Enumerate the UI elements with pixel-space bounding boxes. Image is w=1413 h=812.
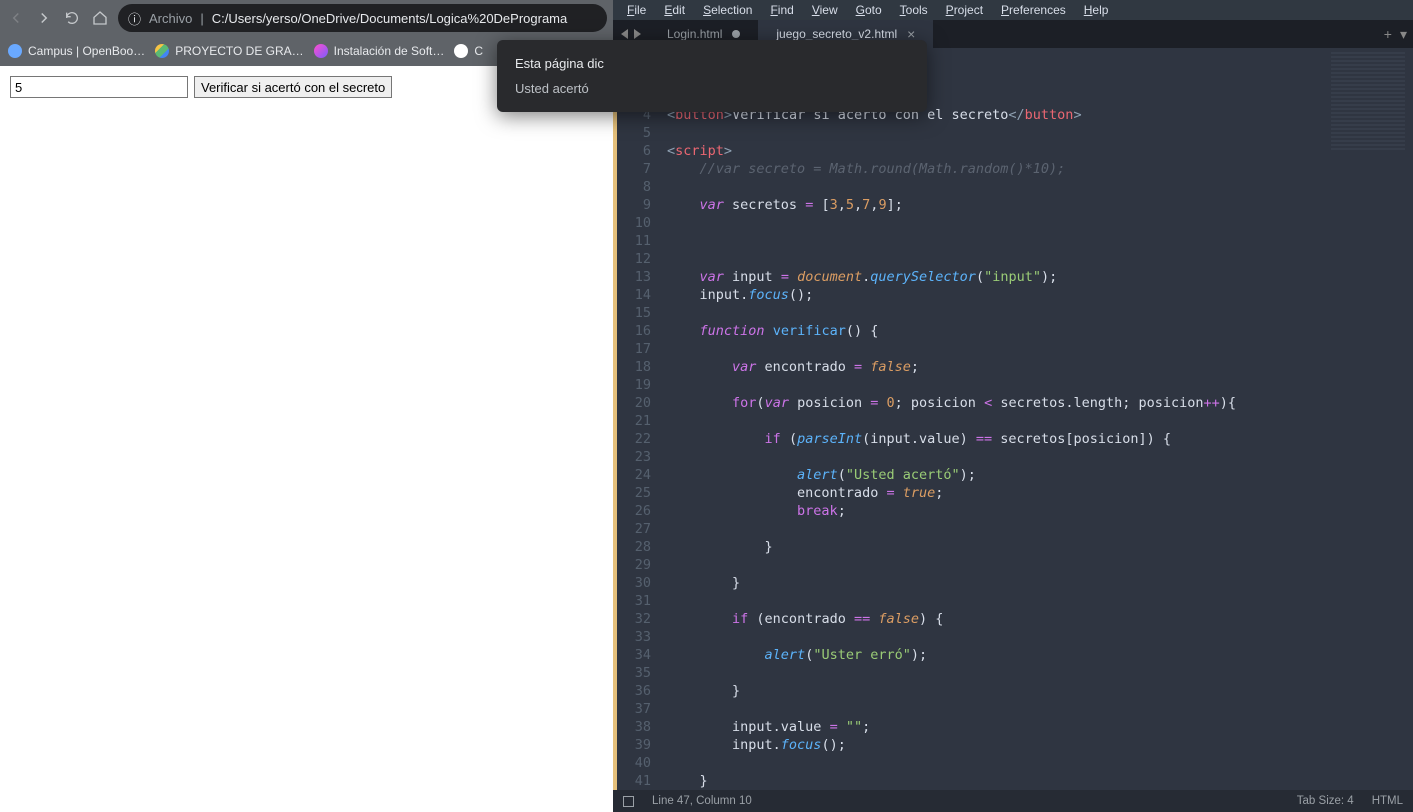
- code-line[interactable]: [667, 520, 1323, 538]
- tab-label: juego_secreto_v2.html: [776, 27, 897, 41]
- code-line[interactable]: }: [667, 772, 1323, 790]
- bookmark-label: Instalación de Soft…: [334, 44, 445, 58]
- code-line[interactable]: [667, 250, 1323, 268]
- code-line[interactable]: alert("Usted acertó");: [667, 466, 1323, 484]
- omnibox-path: C:/Users/yerso/OneDrive/Documents/Logica…: [212, 11, 567, 26]
- code-line[interactable]: var input = document.querySelector("inpu…: [667, 268, 1323, 286]
- menu-help[interactable]: Help: [1076, 3, 1117, 17]
- menu-edit[interactable]: Edit: [656, 3, 693, 17]
- code-line[interactable]: [667, 664, 1323, 682]
- menubar: FileEditSelectionFindViewGotoToolsProjec…: [613, 0, 1413, 20]
- code-line[interactable]: [667, 556, 1323, 574]
- code-line[interactable]: //var secreto = Math.round(Math.random()…: [667, 160, 1323, 178]
- bookmark-item[interactable]: C: [454, 44, 483, 58]
- tab-size[interactable]: Tab Size: 4: [1297, 795, 1354, 807]
- line-gutter: 1234567891011121314151617181920212223242…: [617, 48, 659, 790]
- code-line[interactable]: var encontrado = false;: [667, 358, 1323, 376]
- forward-icon[interactable]: [34, 8, 54, 28]
- statusbar: Line 47, Column 10 Tab Size: 4 HTML: [613, 790, 1413, 812]
- menu-project[interactable]: Project: [938, 3, 991, 17]
- code-line[interactable]: encontrado = true;: [667, 484, 1323, 502]
- code-line[interactable]: alert("Uster erró");: [667, 646, 1323, 664]
- menu-tools[interactable]: Tools: [892, 3, 936, 17]
- code-line[interactable]: [667, 448, 1323, 466]
- code-line[interactable]: }: [667, 538, 1323, 556]
- code-line[interactable]: [667, 376, 1323, 394]
- omnibox-scheme: Archivo: [149, 11, 192, 26]
- code-line[interactable]: [667, 340, 1323, 358]
- tab-label: Login.html: [667, 27, 722, 41]
- tab-nav: [613, 29, 649, 39]
- code-line[interactable]: }: [667, 574, 1323, 592]
- favicon-icon: [8, 44, 22, 58]
- dirty-icon: [732, 30, 740, 38]
- code-line[interactable]: [667, 700, 1323, 718]
- code-line[interactable]: input.focus();: [667, 736, 1323, 754]
- code-line[interactable]: [667, 232, 1323, 250]
- syntax-mode[interactable]: HTML: [1372, 795, 1403, 807]
- bookmark-label: Campus | OpenBoo…: [28, 44, 145, 58]
- code-line[interactable]: if (parseInt(input.value) == secretos[po…: [667, 430, 1323, 448]
- code-line[interactable]: input.focus();: [667, 286, 1323, 304]
- dialog-title: Esta página dic: [515, 56, 909, 71]
- code-area[interactable]: 1234567891011121314151617181920212223242…: [613, 48, 1413, 790]
- code-line[interactable]: [667, 124, 1323, 142]
- minimap[interactable]: [1323, 48, 1413, 790]
- menu-find[interactable]: Find: [762, 3, 801, 17]
- back-icon[interactable]: [6, 8, 26, 28]
- code-line[interactable]: var secretos = [3,5,7,9];: [667, 196, 1323, 214]
- code-line[interactable]: [667, 214, 1323, 232]
- favicon-icon: [155, 44, 169, 58]
- favicon-icon: [454, 44, 468, 58]
- js-alert-dialog: Esta página dic Usted acertó: [497, 40, 927, 112]
- code-line[interactable]: <script>: [667, 142, 1323, 160]
- verify-button[interactable]: Verificar si acertó con el secreto: [194, 76, 392, 98]
- reload-icon[interactable]: [62, 8, 82, 28]
- panel-switch-icon[interactable]: [623, 796, 634, 807]
- tab-menu-icon[interactable]: ▾: [1400, 26, 1407, 43]
- code-line[interactable]: input.value = "";: [667, 718, 1323, 736]
- browser-window: ⓘ Archivo | C:/Users/yerso/OneDrive/Docu…: [0, 0, 613, 812]
- omnibox-divider: |: [200, 11, 203, 26]
- code-line[interactable]: if (encontrado == false) {: [667, 610, 1323, 628]
- menu-file[interactable]: File: [619, 3, 654, 17]
- guess-input[interactable]: [10, 76, 188, 98]
- new-tab-icon[interactable]: +: [1384, 26, 1392, 43]
- menu-preferences[interactable]: Preferences: [993, 3, 1074, 17]
- menu-view[interactable]: View: [804, 3, 846, 17]
- bookmark-label: C: [474, 44, 483, 58]
- bookmark-label: PROYECTO DE GRA…: [175, 44, 303, 58]
- menu-goto[interactable]: Goto: [848, 3, 890, 17]
- code-line[interactable]: [667, 592, 1323, 610]
- cursor-position[interactable]: Line 47, Column 10: [652, 795, 752, 807]
- code-content[interactable]: <meta charset="UTF-8"> <input/><button>V…: [659, 48, 1323, 790]
- editor-window: FileEditSelectionFindViewGotoToolsProjec…: [613, 0, 1413, 812]
- info-icon: ⓘ: [128, 9, 141, 28]
- browser-toolbar: ⓘ Archivo | C:/Users/yerso/OneDrive/Docu…: [0, 0, 613, 36]
- tab-prev-icon[interactable]: [621, 29, 628, 39]
- bookmark-item[interactable]: Instalación de Soft…: [314, 44, 445, 58]
- code-line[interactable]: }: [667, 682, 1323, 700]
- favicon-icon: [314, 44, 328, 58]
- menu-selection[interactable]: Selection: [695, 3, 760, 17]
- code-line[interactable]: [667, 628, 1323, 646]
- code-line[interactable]: [667, 754, 1323, 772]
- code-line[interactable]: break;: [667, 502, 1323, 520]
- code-line[interactable]: [667, 412, 1323, 430]
- omnibox[interactable]: ⓘ Archivo | C:/Users/yerso/OneDrive/Docu…: [118, 4, 607, 32]
- code-line[interactable]: function verificar() {: [667, 322, 1323, 340]
- code-line[interactable]: [667, 304, 1323, 322]
- bookmark-item[interactable]: Campus | OpenBoo…: [8, 44, 145, 58]
- code-line[interactable]: for(var posicion = 0; posicion < secreto…: [667, 394, 1323, 412]
- code-line[interactable]: [667, 178, 1323, 196]
- tab-next-icon[interactable]: [634, 29, 641, 39]
- dialog-message: Usted acertó: [515, 81, 909, 96]
- home-icon[interactable]: [90, 8, 110, 28]
- bookmark-item[interactable]: PROYECTO DE GRA…: [155, 44, 303, 58]
